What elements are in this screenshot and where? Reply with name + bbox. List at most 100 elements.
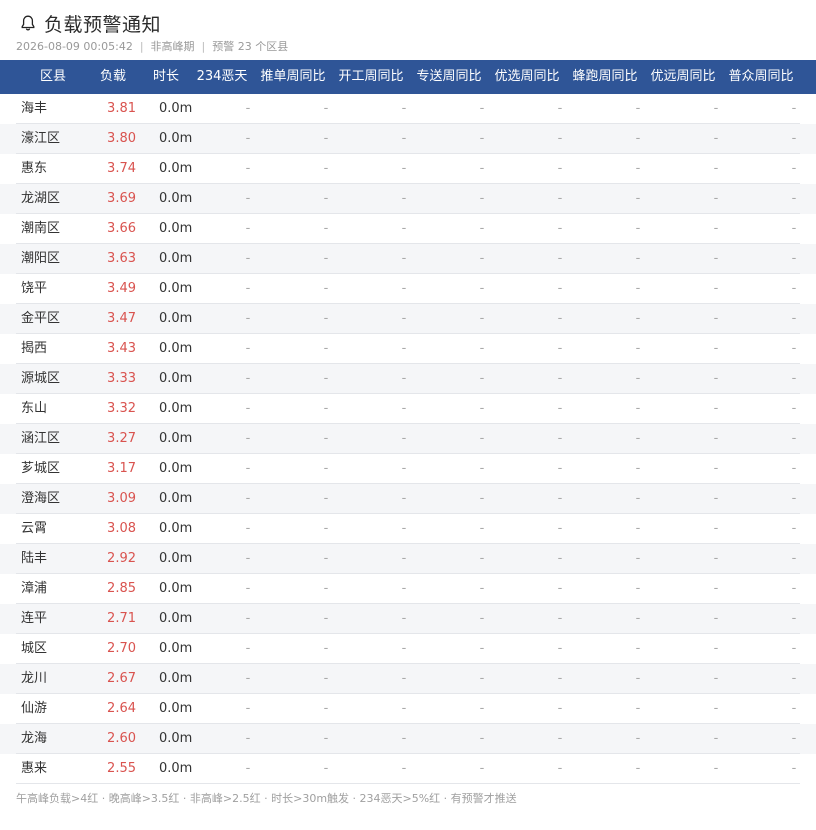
column-header[interactable]: 区县 [30,60,76,94]
district-name: 城区 [21,641,48,656]
district-name: 涵江区 [21,431,61,446]
empty-cell: - [791,731,797,746]
table-header: 区县 负载 时长 234恶天 推单周同比 开工周同比 专送周同比 优选周同比 蜂跑周同比 优远周同… [0,60,816,94]
empty-cell: - [245,551,251,566]
empty-cell: - [713,431,719,446]
empty-cell: - [713,551,719,566]
empty-cell: - [401,431,407,446]
table-row[interactable]: 云霄 3.08 0.0m - - - - - - - - [0,514,816,544]
empty-cell: - [557,731,563,746]
empty-cell: - [245,611,251,626]
empty-cell: - [245,521,251,536]
table-row[interactable]: 龙海 2.60 0.0m - - - - - - - - [0,724,816,754]
separator: | [139,40,144,53]
empty-cell: - [791,461,797,476]
table-row[interactable]: 惠来 2.55 0.0m - - - - - - - - [0,754,816,784]
table-row[interactable]: 金平区 3.47 0.0m - - - - - - - - [0,304,816,334]
empty-cell: - [245,731,251,746]
duration-value: 0.0m [159,521,193,536]
column-header[interactable]: 普众周同比 [724,60,798,94]
table-row[interactable]: 饶平 3.49 0.0m - - - - - - - - [0,274,816,304]
district-name: 澄海区 [21,491,61,506]
empty-cell: - [713,401,719,416]
empty-cell: - [401,161,407,176]
timestamp: 2026-08-09 00:05:42 [16,40,133,53]
empty-cell: - [713,311,719,326]
district-name: 惠来 [21,761,48,776]
empty-cell: - [791,491,797,506]
empty-cell: - [401,341,407,356]
table-row[interactable]: 漳浦 2.85 0.0m - - - - - - - - [0,574,816,604]
table-row[interactable]: 澄海区 3.09 0.0m - - - - - - - - [0,484,816,514]
table-row[interactable]: 潮阳区 3.63 0.0m - - - - - - - - [0,244,816,274]
empty-cell: - [713,491,719,506]
empty-cell: - [791,611,797,626]
table-row[interactable]: 海丰 3.81 0.0m - - - - - - - - [0,94,816,124]
empty-cell: - [635,311,641,326]
empty-cell: - [323,401,329,416]
empty-cell: - [245,251,251,266]
empty-cell: - [791,371,797,386]
empty-cell: - [401,371,407,386]
empty-cell: - [401,311,407,326]
empty-cell: - [635,161,641,176]
empty-cell: - [479,731,485,746]
table-row[interactable]: 芗城区 3.17 0.0m - - - - - - - - [0,454,816,484]
table-row[interactable]: 涵江区 3.27 0.0m - - - - - - - - [0,424,816,454]
empty-cell: - [401,251,407,266]
table-row[interactable]: 揭西 3.43 0.0m - - - - - - - - [0,334,816,364]
column-header[interactable]: 负载 [90,60,136,94]
empty-cell: - [635,371,641,386]
empty-cell: - [323,281,329,296]
table-row[interactable]: 源城区 3.33 0.0m - - - - - - - - [0,364,816,394]
table-row[interactable]: 惠东 3.74 0.0m - - - - - - - - [0,154,816,184]
column-header[interactable]: 234恶天 [194,60,250,94]
empty-cell: - [635,431,641,446]
table-row[interactable]: 龙川 2.67 0.0m - - - - - - - - [0,664,816,694]
column-header[interactable]: 优选周同比 [490,60,564,94]
empty-cell: - [557,611,563,626]
load-value: 3.49 [107,281,136,296]
table-row[interactable]: 连平 2.71 0.0m - - - - - - - - [0,604,816,634]
column-header[interactable]: 专送周同比 [412,60,486,94]
district-name: 揭西 [21,341,48,356]
load-value: 3.69 [107,191,136,206]
empty-cell: - [635,101,641,116]
empty-cell: - [713,221,719,236]
column-header[interactable]: 开工周同比 [334,60,408,94]
table-row[interactable]: 陆丰 2.92 0.0m - - - - - - - - [0,544,816,574]
empty-cell: - [713,521,719,536]
empty-cell: - [401,731,407,746]
duration-value: 0.0m [159,671,193,686]
empty-cell: - [635,611,641,626]
empty-cell: - [479,431,485,446]
table-row[interactable]: 东山 3.32 0.0m - - - - - - - - [0,394,816,424]
empty-cell: - [713,761,719,776]
empty-cell: - [323,341,329,356]
empty-cell: - [323,761,329,776]
title-row: 负载预警通知 [16,10,800,36]
empty-cell: - [479,161,485,176]
empty-cell: - [635,761,641,776]
table-row[interactable]: 潮南区 3.66 0.0m - - - - - - - - [0,214,816,244]
empty-cell: - [635,641,641,656]
column-header[interactable]: 蜂跑周同比 [568,60,642,94]
column-header[interactable]: 推单周同比 [256,60,330,94]
empty-cell: - [791,671,797,686]
empty-cell: - [557,131,563,146]
table-row[interactable]: 仙游 2.64 0.0m - - - - - - - - [0,694,816,724]
column-header[interactable]: 时长 [146,60,186,94]
empty-cell: - [635,551,641,566]
empty-cell: - [791,701,797,716]
duration-value: 0.0m [159,551,193,566]
table-row[interactable]: 城区 2.70 0.0m - - - - - - - - [0,634,816,664]
table-row[interactable]: 龙湖区 3.69 0.0m - - - - - - - - [0,184,816,214]
table-row[interactable]: 濠江区 3.80 0.0m - - - - - - - - [0,124,816,154]
empty-cell: - [323,731,329,746]
empty-cell: - [401,641,407,656]
duration-value: 0.0m [159,371,193,386]
empty-cell: - [479,701,485,716]
empty-cell: - [479,221,485,236]
empty-cell: - [245,401,251,416]
column-header[interactable]: 优远周同比 [646,60,720,94]
